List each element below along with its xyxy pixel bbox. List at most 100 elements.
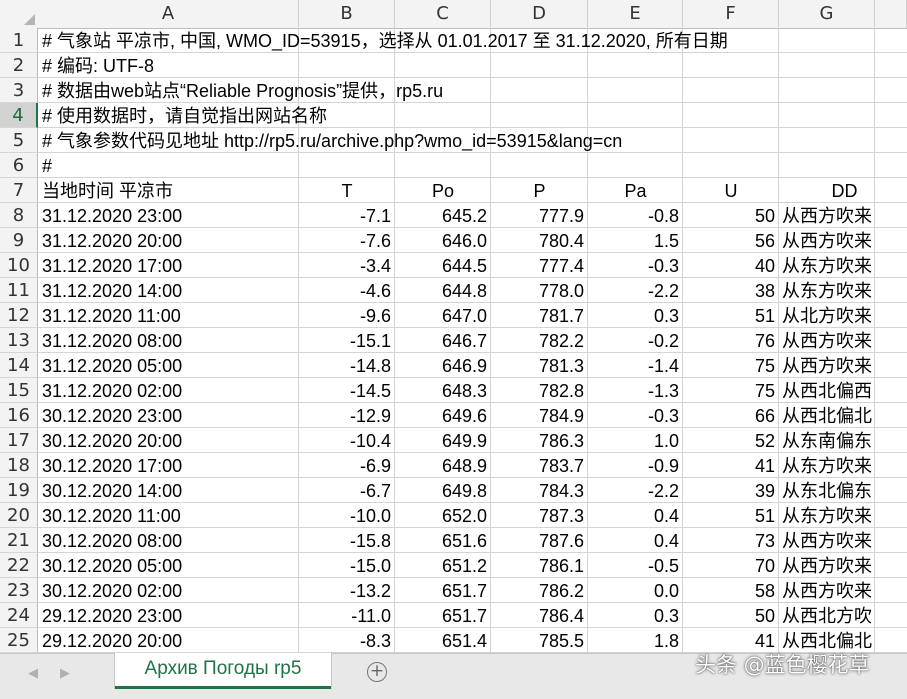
cell-g22[interactable]: 从西方吹来 [779,553,907,578]
row-header-4[interactable]: 4 [0,103,38,128]
row-header-13[interactable]: 13 [0,328,38,353]
column-header-next[interactable] [875,0,907,28]
row-header-23[interactable]: 23 [0,578,38,603]
cell-a6[interactable]: # [38,153,898,178]
cell-g23[interactable]: 从西方吹来 [779,578,907,603]
cell-a9[interactable]: 31.12.2020 20:00 [38,228,299,253]
cell-f21[interactable]: 73 [683,528,779,553]
cell-c21[interactable]: 651.6 [395,528,491,553]
cell-d16[interactable]: 784.9 [491,403,588,428]
cell-a20[interactable]: 30.12.2020 11:00 [38,503,299,528]
cell-g17[interactable]: 从东南偏东 [779,428,907,453]
cell-a5[interactable]: # 气象参数代码见地址 http://rp5.ru/archive.php?wm… [38,128,898,153]
cell-b15[interactable]: -14.5 [299,378,395,403]
row-header-17[interactable]: 17 [0,428,38,453]
row-header-9[interactable]: 9 [0,228,38,253]
cell-g10[interactable]: 从东方吹来 [779,253,907,278]
cell-g14[interactable]: 从西方吹来 [779,353,907,378]
row-header-6[interactable]: 6 [0,153,38,178]
cell-e21[interactable]: 0.4 [588,528,683,553]
cell-d24[interactable]: 786.4 [491,603,588,628]
select-all-corner[interactable] [0,0,39,28]
cell-a12[interactable]: 31.12.2020 11:00 [38,303,299,328]
column-header-f[interactable]: F [683,0,779,28]
cell-f13[interactable]: 76 [683,328,779,353]
cell-b7[interactable]: T [299,178,395,203]
cell-g18[interactable]: 从东方吹来 [779,453,907,478]
cell-e14[interactable]: -1.4 [588,353,683,378]
cell-a25[interactable]: 29.12.2020 20:00 [38,628,299,653]
cell-e19[interactable]: -2.2 [588,478,683,503]
cell-a19[interactable]: 30.12.2020 14:00 [38,478,299,503]
row-header-14[interactable]: 14 [0,353,38,378]
row-header-25[interactable]: 25 [0,628,38,653]
cell-d19[interactable]: 784.3 [491,478,588,503]
cell-b11[interactable]: -4.6 [299,278,395,303]
cell-c16[interactable]: 649.6 [395,403,491,428]
cell-f20[interactable]: 51 [683,503,779,528]
cell-f8[interactable]: 50 [683,203,779,228]
cell-d15[interactable]: 782.8 [491,378,588,403]
cell-g24[interactable]: 从西北方吹 [779,603,907,628]
column-header-e[interactable]: E [588,0,683,28]
cell-g19[interactable]: 从东北偏东 [779,478,907,503]
cell-c15[interactable]: 648.3 [395,378,491,403]
cell-c20[interactable]: 652.0 [395,503,491,528]
row-header-21[interactable]: 21 [0,528,38,553]
cell-a24[interactable]: 29.12.2020 23:00 [38,603,299,628]
cell-a23[interactable]: 30.12.2020 02:00 [38,578,299,603]
column-header-b[interactable]: B [299,0,395,28]
column-header-c[interactable]: C [395,0,491,28]
cell-e15[interactable]: -1.3 [588,378,683,403]
cell-f16[interactable]: 66 [683,403,779,428]
row-header-20[interactable]: 20 [0,503,38,528]
cell-c13[interactable]: 646.7 [395,328,491,353]
cell-a7[interactable]: 当地时间 平凉市 [38,178,299,203]
cell-g7[interactable]: DD [779,178,907,203]
cell-b18[interactable]: -6.9 [299,453,395,478]
cell-e8[interactable]: -0.8 [588,203,683,228]
cell-d14[interactable]: 781.3 [491,353,588,378]
cell-d21[interactable]: 787.6 [491,528,588,553]
cell-a15[interactable]: 31.12.2020 02:00 [38,378,299,403]
cell-c12[interactable]: 647.0 [395,303,491,328]
cell-f10[interactable]: 40 [683,253,779,278]
cell-d8[interactable]: 777.9 [491,203,588,228]
cell-b17[interactable]: -10.4 [299,428,395,453]
row-header-3[interactable]: 3 [0,78,38,103]
spreadsheet-grid[interactable]: ABCDEFG 1 # 气象站 平凉市, 中国, WMO_ID=53915，选择从… [0,0,907,653]
row-header-18[interactable]: 18 [0,453,38,478]
cell-b10[interactable]: -3.4 [299,253,395,278]
cell-f14[interactable]: 75 [683,353,779,378]
cell-e18[interactable]: -0.9 [588,453,683,478]
cell-e20[interactable]: 0.4 [588,503,683,528]
cell-e7[interactable]: Pa [588,178,683,203]
row-header-5[interactable]: 5 [0,128,38,153]
cell-b21[interactable]: -15.8 [299,528,395,553]
cell-d13[interactable]: 782.2 [491,328,588,353]
sheet-tab-active[interactable]: Архив Погоды rp5 [115,653,331,689]
cell-a21[interactable]: 30.12.2020 08:00 [38,528,299,553]
cell-d12[interactable]: 781.7 [491,303,588,328]
cell-b14[interactable]: -14.8 [299,353,395,378]
cell-c25[interactable]: 651.4 [395,628,491,653]
cell-d11[interactable]: 778.0 [491,278,588,303]
cell-e23[interactable]: 0.0 [588,578,683,603]
cell-d20[interactable]: 787.3 [491,503,588,528]
cell-d9[interactable]: 780.4 [491,228,588,253]
cell-c22[interactable]: 651.2 [395,553,491,578]
cell-c23[interactable]: 651.7 [395,578,491,603]
cell-f19[interactable]: 39 [683,478,779,503]
cell-e13[interactable]: -0.2 [588,328,683,353]
cell-d10[interactable]: 777.4 [491,253,588,278]
cell-e12[interactable]: 0.3 [588,303,683,328]
cell-f7[interactable]: U [683,178,779,203]
cell-a14[interactable]: 31.12.2020 05:00 [38,353,299,378]
cell-g20[interactable]: 从东方吹来 [779,503,907,528]
cell-b22[interactable]: -15.0 [299,553,395,578]
cell-c7[interactable]: Po [395,178,491,203]
column-header-a[interactable]: A [38,0,299,28]
row-header-7[interactable]: 7 [0,178,38,203]
row-header-16[interactable]: 16 [0,403,38,428]
cell-e9[interactable]: 1.5 [588,228,683,253]
